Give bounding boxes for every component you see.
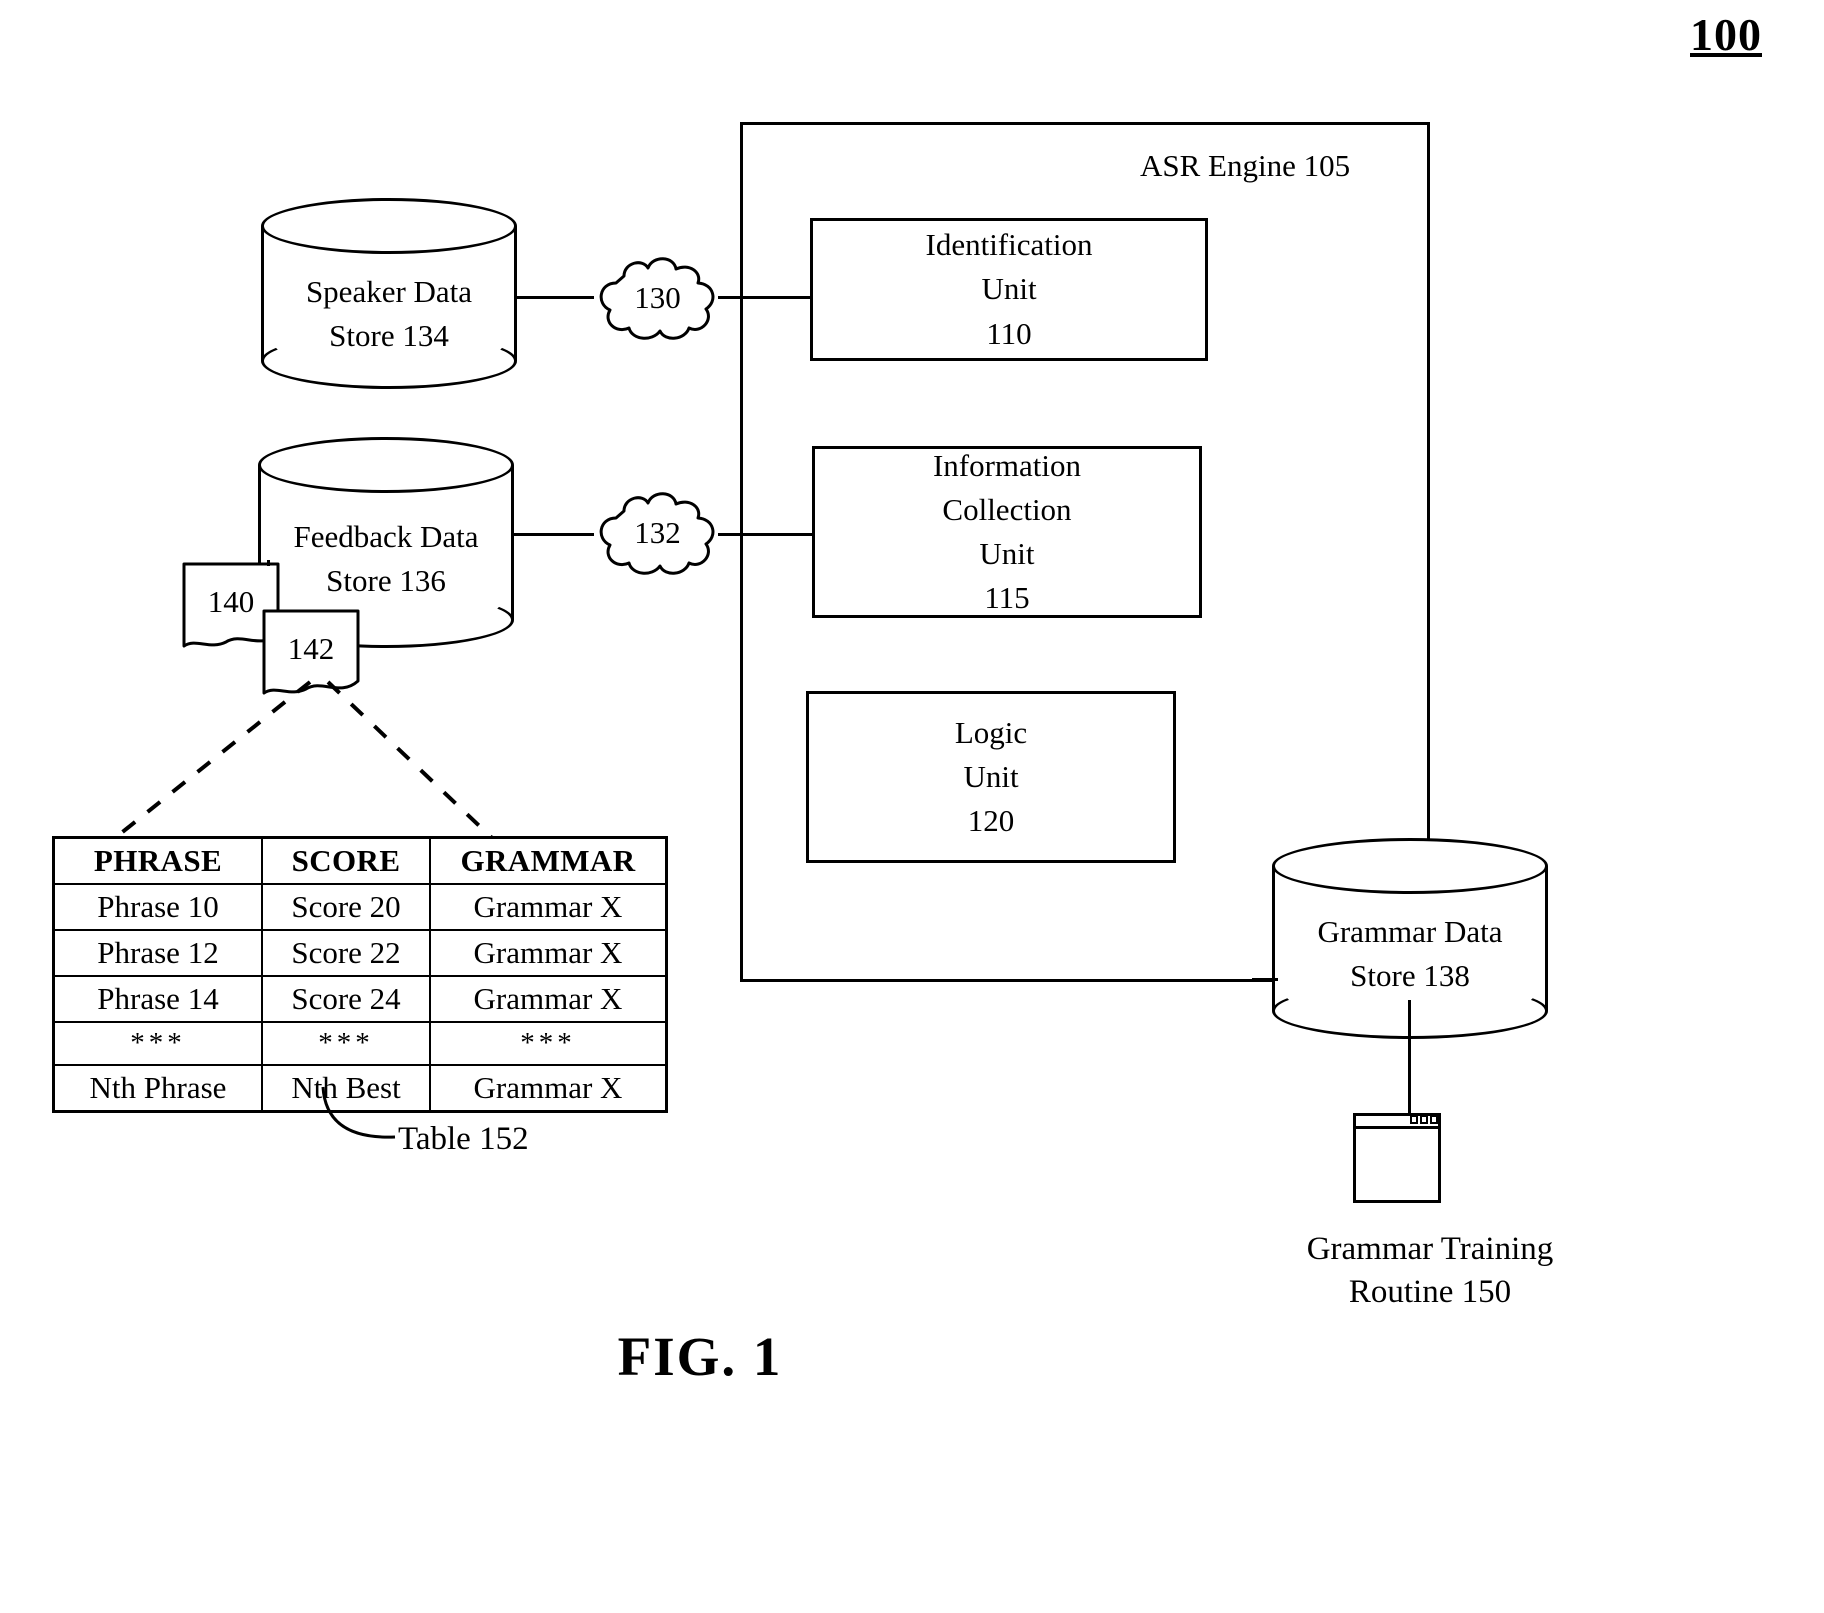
table-row: Phrase 12 Score 22 Grammar X: [52, 929, 668, 977]
speaker-data-store: Speaker Data Store 134: [261, 198, 517, 389]
information-collection-unit-label: Information Collection Unit 115: [932, 447, 1082, 616]
connector-cloud130-to-identification: [718, 296, 813, 299]
patent-figure-1: 100 ASR Engine 105 Identification Unit 1…: [0, 0, 1824, 1613]
table-cell-grammar: Grammar X: [429, 975, 668, 1023]
figure-number: 100: [1690, 9, 1762, 60]
logic-unit-box: Logic Unit 120: [806, 691, 1176, 863]
connector-grammar-store-to-training: [1408, 1000, 1411, 1115]
figure-caption: FIG. 1: [617, 1326, 783, 1387]
grammar-data-store-label: Grammar Data Store 138: [1317, 914, 1503, 994]
indicator-dot-icon: [1420, 1115, 1428, 1124]
table-cell-phrase: ***: [52, 1021, 263, 1066]
table-cell-phrase: Phrase 12: [52, 929, 263, 977]
table-cell-phrase: Nth Phrase: [52, 1064, 263, 1113]
table-header-grammar: GRAMMAR: [429, 836, 668, 885]
logic-unit-label: Logic Unit 120: [954, 714, 1028, 838]
network-cloud-132-label: 132: [634, 515, 681, 550]
grammar-training-routine-label: Grammar Training Routine 150: [1306, 1231, 1554, 1310]
connector-feedback-to-tag140: [267, 560, 270, 566]
table-cell-grammar: Grammar X: [429, 1064, 668, 1113]
information-collection-unit-box: Information Collection Unit 115: [812, 446, 1202, 618]
table-label: Table 152: [398, 1121, 529, 1157]
speaker-data-store-label: Speaker Data Store 134: [305, 274, 473, 354]
connector-speaker-to-cloud130: [514, 296, 594, 299]
table-callout-lines: [113, 680, 494, 840]
identification-unit-box: Identification Unit 110: [810, 218, 1208, 361]
indicator-dot-icon: [1410, 1115, 1418, 1124]
identification-unit-label: Identification Unit 110: [925, 227, 1093, 351]
phrase-score-grammar-table: PHRASE SCORE GRAMMAR Phrase 10 Score 20 …: [52, 836, 668, 1113]
figure-caption-wrap: FIG. 1: [440, 1325, 960, 1390]
table-cell-phrase: Phrase 10: [52, 883, 263, 931]
table-cell-score: Score 20: [261, 883, 431, 931]
table-cell-phrase: Phrase 14: [52, 975, 263, 1023]
table-row: Phrase 10 Score 20 Grammar X: [52, 883, 668, 931]
network-cloud-130: 130: [590, 252, 725, 344]
training-routine-icon-header: [1353, 1113, 1441, 1129]
asr-engine-label: ASR Engine 105: [1140, 148, 1351, 183]
connector-feedback-to-cloud132: [512, 533, 594, 536]
indicator-dot-icon: [1430, 1115, 1438, 1124]
table-header-row: PHRASE SCORE GRAMMAR: [52, 836, 668, 885]
network-cloud-130-label: 130: [634, 280, 681, 315]
table-cell-grammar: Grammar X: [429, 929, 668, 977]
table-header-score: SCORE: [261, 836, 431, 885]
connector-asr-to-grammar-store: [1252, 978, 1278, 981]
table-row-ellipsis: *** *** ***: [52, 1021, 668, 1066]
table-row: Phrase 14 Score 24 Grammar X: [52, 975, 668, 1023]
table-cell-grammar: Grammar X: [429, 883, 668, 931]
table-cell-score: ***: [261, 1021, 431, 1066]
table-cell-score: Score 22: [261, 929, 431, 977]
connector-cloud132-to-information: [718, 533, 815, 536]
table-cell-grammar: ***: [429, 1021, 668, 1066]
feedback-data-store-label: Feedback Data Store 136: [293, 519, 479, 599]
table-cell-score: Score 24: [261, 975, 431, 1023]
table-header-phrase: PHRASE: [52, 836, 263, 885]
network-cloud-132: 132: [590, 487, 725, 579]
